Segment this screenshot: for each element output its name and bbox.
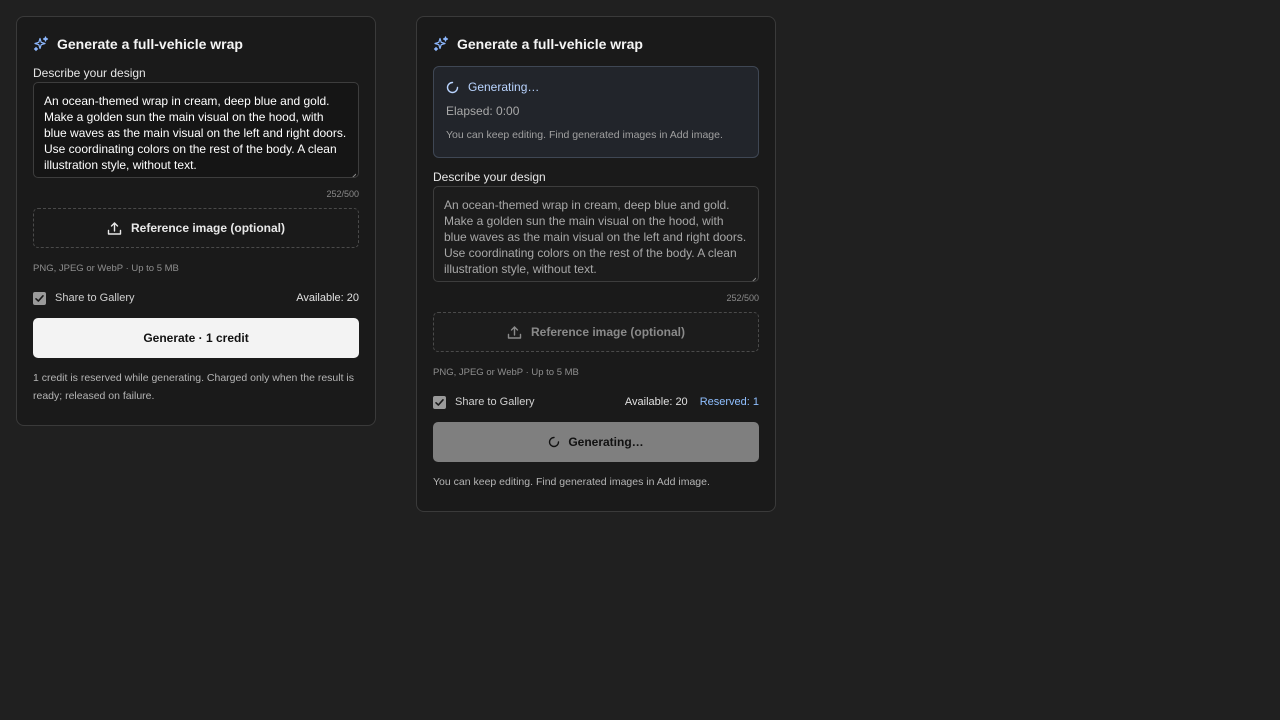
- upload-hint: PNG, JPEG or WebP · Up to 5 MB: [33, 263, 179, 274]
- reference-image-upload-button[interactable]: Reference image (optional): [33, 208, 359, 248]
- resize-handle-icon[interactable]: [749, 272, 757, 281]
- char-count: 252/500: [726, 293, 759, 303]
- prompt-text: An ocean-themed wrap in cream, deep blue…: [444, 198, 747, 276]
- prompt-textarea[interactable]: An ocean-themed wrap in cream, deep blue…: [433, 186, 759, 282]
- upload-label: Reference image (optional): [130, 221, 286, 235]
- status-line: Generating…: [446, 79, 746, 95]
- share-to-gallery-checkbox[interactable]: [33, 291, 46, 305]
- panel-header: Generate a full-vehicle wrap: [433, 34, 759, 54]
- reference-image-upload-button[interactable]: Reference image (optional): [433, 312, 759, 352]
- prompt-textarea[interactable]: An ocean-themed wrap in cream, deep blue…: [33, 82, 359, 178]
- editing-footnote: You can keep editing. Find generated ima…: [433, 476, 710, 488]
- sparkles-icon: [433, 36, 449, 52]
- status-label: Generating…: [468, 80, 540, 94]
- share-to-gallery-checkbox[interactable]: [433, 395, 446, 409]
- generate-button[interactable]: Generate · 1 credit: [33, 318, 359, 358]
- sparkles-icon: [33, 36, 49, 52]
- generate-button-label: Generate · 1 credit: [143, 331, 249, 345]
- available-credits: Available: 20: [296, 292, 359, 304]
- char-count: 252/500: [326, 189, 359, 199]
- prompt-label: Describe your design: [433, 170, 546, 184]
- wrap-generator-panel: Generate a full-vehicle wrap Describe yo…: [16, 16, 376, 426]
- generation-status-box: Generating… Elapsed: 0:00 You can keep e…: [433, 66, 759, 158]
- upload-hint: PNG, JPEG or WebP · Up to 5 MB: [433, 367, 579, 378]
- generating-button[interactable]: Generating…: [433, 422, 759, 462]
- resize-handle-icon[interactable]: [349, 168, 357, 177]
- share-to-gallery-label[interactable]: Share to Gallery: [55, 292, 134, 304]
- upload-icon: [507, 325, 522, 340]
- generating-button-label: Generating…: [568, 435, 644, 449]
- share-to-gallery-label[interactable]: Share to Gallery: [455, 396, 534, 408]
- wrap-generator-panel-generating: Generate a full-vehicle wrap Generating……: [416, 16, 776, 512]
- elapsed-time: Elapsed: 0:00: [446, 104, 520, 118]
- share-row: Share to Gallery Available: 20: [33, 291, 359, 305]
- credit-footnote: 1 credit is reserved while generating. C…: [33, 372, 355, 402]
- prompt-text: An ocean-themed wrap in cream, deep blue…: [44, 94, 347, 172]
- spinner-icon: [446, 81, 459, 94]
- panel-header: Generate a full-vehicle wrap: [33, 34, 359, 54]
- spinner-icon: [548, 436, 560, 448]
- reserved-credits: Reserved: 1: [699, 396, 759, 408]
- panel-title: Generate a full-vehicle wrap: [57, 36, 243, 52]
- share-row: Share to Gallery Available: 20 Reserved:…: [433, 395, 759, 409]
- available-credits: Available: 20: [624, 396, 688, 408]
- status-note: You can keep editing. Find generated ima…: [446, 129, 723, 141]
- upload-icon: [107, 221, 122, 236]
- prompt-label: Describe your design: [33, 66, 146, 80]
- panel-title: Generate a full-vehicle wrap: [457, 36, 643, 52]
- upload-label: Reference image (optional): [530, 325, 686, 339]
